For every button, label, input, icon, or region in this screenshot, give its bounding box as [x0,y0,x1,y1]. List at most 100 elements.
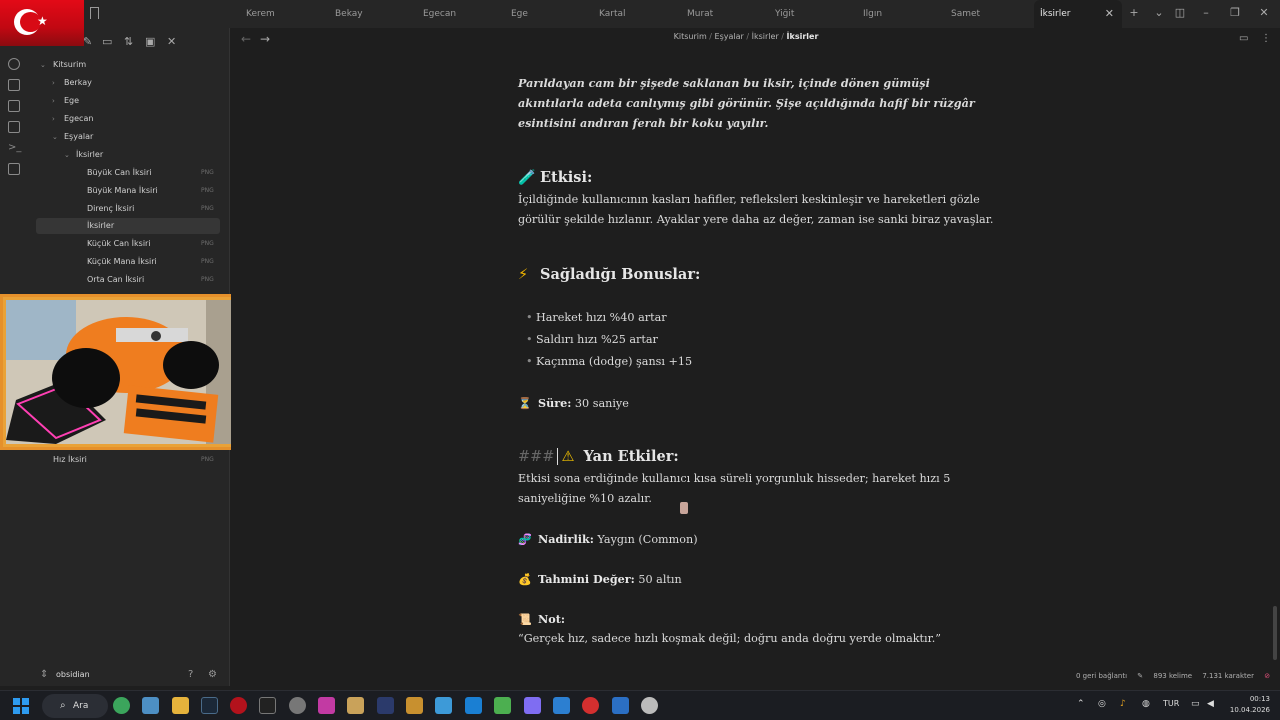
bookmark-icon[interactable] [90,7,99,19]
app-icon-12[interactable] [435,697,452,714]
file-kucuk-mana[interactable]: Küçük Mana İksiri PNG [87,254,217,270]
app-icon-18[interactable] [612,697,629,714]
app-icon-2[interactable] [142,697,159,714]
volume-icon[interactable]: ◀ [1207,699,1214,709]
file-buyuk-can[interactable]: Büyük Can İksiri PNG [87,165,217,181]
app-icon-10[interactable] [377,697,394,714]
app-icon-6[interactable] [259,697,276,714]
tab-yigit[interactable]: Yiğit [775,0,794,28]
sort-icon[interactable]: ⇅ [124,35,133,48]
tab-bekay[interactable]: Bekay [335,0,363,28]
list-item: Saldırı hızı %25 artar [526,330,658,350]
language-indicator[interactable]: TUR [1163,699,1179,708]
settings-app-icon[interactable] [641,697,658,714]
app-icon-16[interactable] [553,697,570,714]
clock[interactable]: 00:13 10.04.2026 [1226,694,1270,716]
tab-ilgin[interactable]: Ilgın [863,0,882,28]
file-orta-can[interactable]: Orta Can İksiri PNG [87,272,217,288]
app-icon-17[interactable] [582,697,599,714]
list-icon[interactable] [8,163,20,175]
sync-icon[interactable]: ⊘ [1264,672,1270,680]
canvas-icon[interactable] [8,79,20,91]
opera-icon[interactable] [230,697,247,714]
vault-name: obsidian [56,670,90,679]
app-icon-9[interactable] [347,697,364,714]
file-direnc[interactable]: Direnç İksiri PNG [87,201,217,217]
breadcrumb-item[interactable]: İksirler [752,32,779,41]
file-kucuk-can[interactable]: Küçük Can İksiri PNG [87,236,217,252]
value-line: 💰 Tahmini Değer: 50 altın [518,572,682,586]
steam-icon[interactable] [201,697,218,714]
scrollbar[interactable] [1273,606,1277,660]
clock-time: 00:13 [1249,695,1270,703]
collapse-icon[interactable]: ▣ [145,35,155,48]
tab-iksirler[interactable]: İksirler ✕ [1034,0,1122,28]
tab-kerem[interactable]: Kerem [246,0,275,28]
bonus-heading: ⚡ Sağladığı Bonuslar: [518,266,701,283]
file-explorer-icon[interactable] [172,697,189,714]
file-iksirler-active[interactable]: İksirler [36,218,220,234]
breadcrumb-item[interactable]: Kitsurim [674,32,707,41]
graph-icon[interactable] [8,58,20,70]
folder-berkay[interactable]: › Berkay [52,75,92,91]
app-icon-11[interactable] [406,697,423,714]
tab-egecan[interactable]: Egecan [423,0,456,28]
taskbar-search[interactable]: ⌕ Ara [42,694,108,718]
tray-app-icon-2[interactable]: ◍ [1142,699,1150,709]
clock-date: 10.04.2026 [1229,706,1270,714]
new-tab-icon[interactable]: + [1126,6,1142,19]
tab-ege[interactable]: Ege [511,0,528,28]
microphone-icon[interactable]: ♪ [1120,699,1126,709]
tab-kartal[interactable]: Kartal [599,0,626,28]
star-icon: ★ [37,14,48,28]
windows-start-icon[interactable] [13,698,29,714]
backlinks-count[interactable]: 0 geri bağlantı [1076,672,1127,680]
settings-icon[interactable]: ⚙ [208,666,217,684]
sidebar-toggle-icon[interactable]: ◫ [1172,6,1188,19]
search-label: Ara [73,701,89,711]
breadcrumb-current: İksirler [786,32,819,41]
char-count: 7.131 karakter [1202,672,1254,680]
hourglass-icon: ⏳ [518,397,532,410]
minecraft-icon[interactable] [494,697,511,714]
edit-icon[interactable]: ✎ [1137,672,1143,680]
instagram-icon[interactable] [318,697,335,714]
app-icon-13[interactable] [465,697,482,714]
maximize-icon[interactable]: ❐ [1227,6,1243,19]
file-buyuk-mana[interactable]: Büyük Mana İksiri PNG [87,183,217,199]
search-icon: ⌕ [60,700,66,711]
status-bar: 0 geri bağlantı ✎ 893 kelime 7.131 karak… [1076,672,1278,686]
close-all-icon[interactable]: ✕ [167,35,176,48]
vault-switcher[interactable]: ⇕ obsidian ? ⚙ [38,666,223,684]
obsidian-icon[interactable] [524,697,541,714]
window-close-icon[interactable]: ✕ [1256,6,1272,19]
chevron-down-icon[interactable]: ⌄ [1151,6,1167,19]
breadcrumb-item[interactable]: Eşyalar [715,32,744,41]
minimize-icon[interactable]: – [1198,6,1214,19]
word-count: 893 kelime [1153,672,1193,680]
new-folder-icon[interactable]: ▭ [102,35,112,48]
tray-app-icon[interactable]: ◎ [1098,699,1106,709]
help-icon[interactable]: ? [188,666,193,684]
folder-esyalar[interactable]: ⌄ Eşyalar [52,129,93,145]
folder-kitsurim[interactable]: ⌄ Kitsurim [40,57,86,73]
copy-icon[interactable] [8,121,20,133]
folder-ege[interactable]: › Ege [52,93,79,109]
app-icon-7[interactable] [289,697,306,714]
folder-egecan[interactable]: › Egecan [52,111,93,127]
note-quote: “Gerçek hız, sadece hızlı koşmak değil; … [518,632,942,645]
app-icon-1[interactable] [113,697,130,714]
reading-view-icon[interactable]: ▭ [1239,33,1248,44]
terminal-icon[interactable]: >_ [8,142,21,154]
flag-overlay: ★ [0,0,84,46]
network-icon[interactable]: ▭ [1191,699,1200,709]
tab-murat[interactable]: Murat [687,0,713,28]
close-icon[interactable]: ✕ [1105,0,1114,28]
tray-chevron-icon[interactable]: ⌃ [1077,699,1085,709]
tab-samet[interactable]: Samet [951,0,980,28]
more-options-icon[interactable]: ⋮ [1261,33,1271,44]
new-note-icon[interactable]: ✎ [83,35,92,48]
file-hiz[interactable]: Hız İksiri PNG [53,452,217,468]
calendar-icon[interactable] [8,100,20,112]
folder-iksirler[interactable]: ⌄ İksirler [64,147,103,163]
